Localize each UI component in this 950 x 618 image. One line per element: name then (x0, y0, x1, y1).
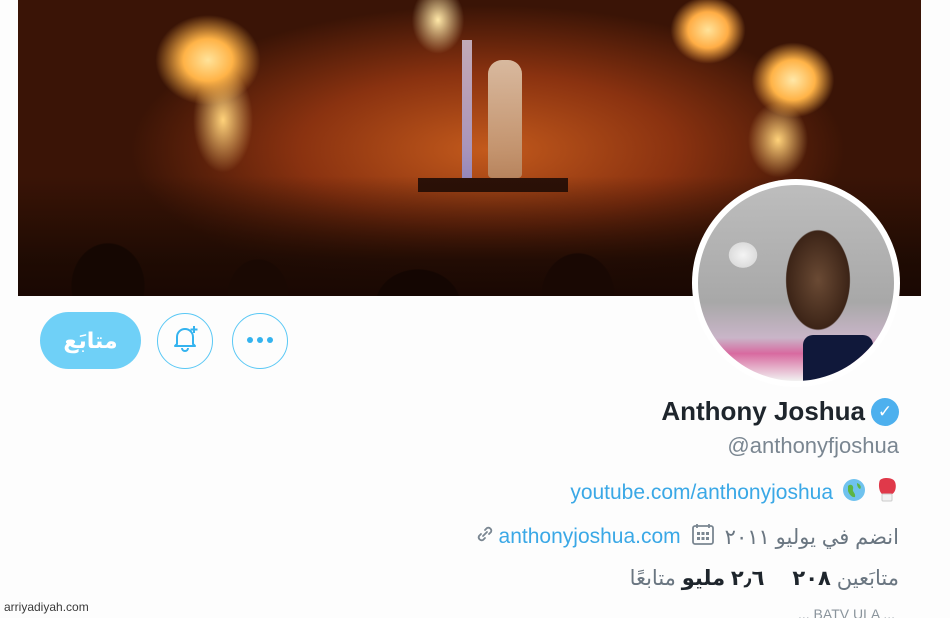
profile-frame: متابَع Anthony Joshua ✓ @anthonyfjoshua … (0, 0, 950, 618)
profile-name-row: Anthony Joshua ✓ (661, 396, 899, 427)
profile-stats: ٢٫٦ مليو متابعًا متابَعين ٢٠٨ (630, 566, 899, 591)
follow-button[interactable]: متابَع (40, 312, 141, 369)
link-icon (475, 524, 495, 550)
fighter-figure (488, 60, 522, 178)
bell-plus-icon (168, 322, 202, 361)
avatar-photo (698, 185, 894, 381)
following-count: ٢٠٨ (792, 567, 831, 590)
followers-count: ٢٫٦ مليو (681, 567, 765, 590)
following-label: متابَعين (836, 567, 899, 590)
partial-text-line: ... BATV ULA ... (798, 606, 895, 618)
stage-light-beam (462, 40, 472, 180)
website-link[interactable]: anthonyjoshua.com (499, 525, 681, 549)
profile-meta-row: anthonyjoshua.com انضم في يوليو ٢٠١١ (475, 522, 899, 552)
following-stat[interactable]: متابَعين ٢٠٨ (792, 566, 899, 591)
verified-check-icon: ✓ (871, 397, 899, 426)
bio-youtube-link[interactable]: youtube.com/anthonyjoshua (570, 481, 833, 505)
profile-bio: youtube.com/anthonyjoshua (570, 476, 899, 510)
calendar-icon (691, 522, 715, 552)
profile-handle[interactable]: @anthonyfjoshua (727, 433, 899, 459)
watermark: arriyadiyah.com (4, 600, 89, 614)
join-date: انضم في يوليو ٢٠١١ (724, 525, 899, 549)
avatar-detail (803, 335, 873, 381)
boxing-glove-icon (875, 476, 899, 510)
followers-label: متابعًا (629, 567, 676, 590)
globe-icon (841, 477, 867, 509)
followers-stat[interactable]: ٢٫٦ مليو متابعًا (630, 566, 765, 591)
notifications-button[interactable] (157, 313, 213, 369)
profile-name: Anthony Joshua (661, 396, 865, 426)
ellipsis-icon (243, 332, 277, 350)
more-options-button[interactable] (232, 313, 288, 369)
avatar[interactable] (692, 179, 900, 387)
